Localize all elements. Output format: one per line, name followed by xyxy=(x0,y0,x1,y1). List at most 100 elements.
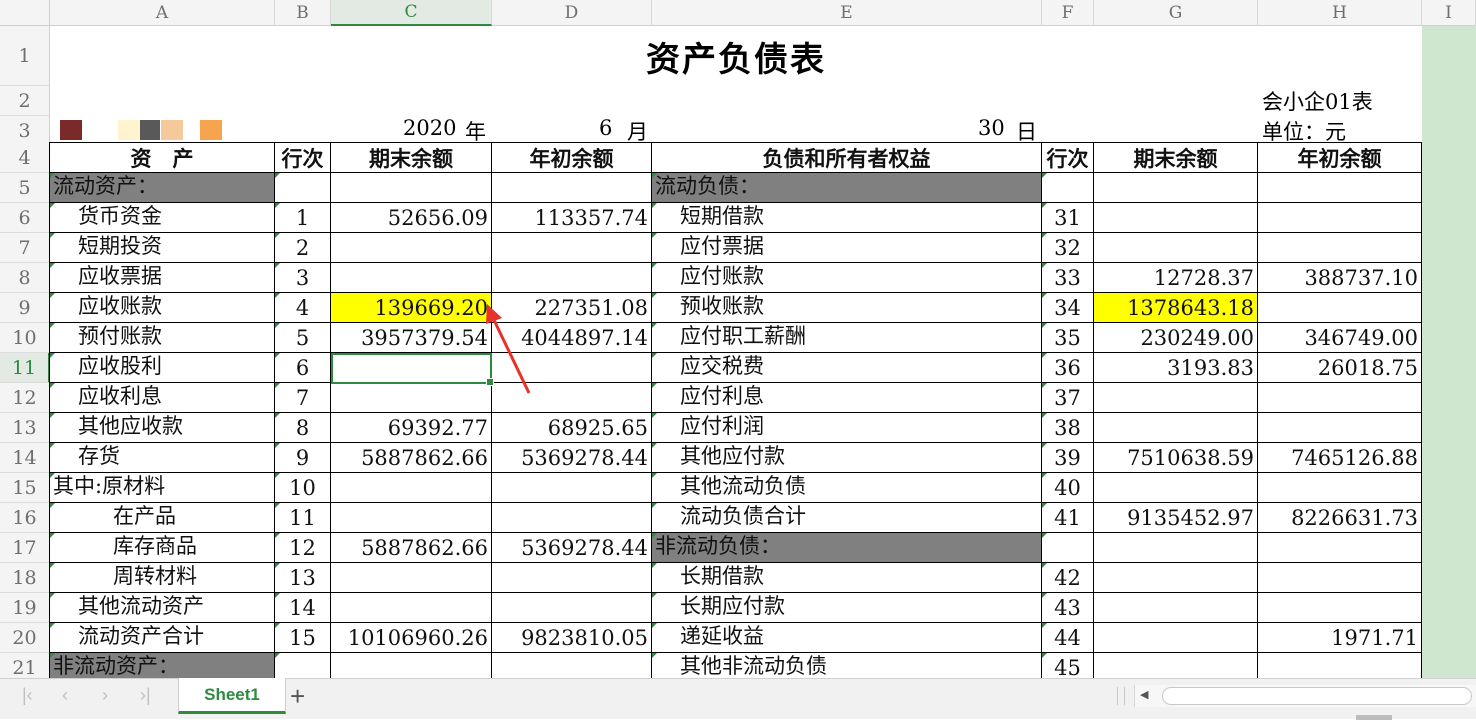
liability-end-balance-cell[interactable] xyxy=(1094,623,1258,653)
asset-end-balance-cell[interactable] xyxy=(331,263,492,293)
liability-begin-balance-cell[interactable] xyxy=(1258,413,1422,443)
liability-name-cell[interactable]: 流动负债： xyxy=(652,173,1042,203)
liability-end-balance-cell[interactable] xyxy=(1094,413,1258,443)
row-header[interactable]: 21 xyxy=(0,653,50,678)
asset-line-no-cell[interactable]: 9 xyxy=(275,443,331,473)
liability-begin-balance-cell[interactable] xyxy=(1258,563,1422,593)
asset-line-no-cell[interactable]: 6 xyxy=(275,353,331,383)
asset-name-cell[interactable]: 其他应收款 xyxy=(50,413,275,443)
asset-line-no-cell[interactable]: 5 xyxy=(275,323,331,353)
row-header[interactable]: 15 xyxy=(0,473,50,503)
asset-end-balance-cell[interactable] xyxy=(331,473,492,503)
liability-begin-balance-cell[interactable] xyxy=(1258,293,1422,323)
liability-begin-balance-cell[interactable]: 7465126.88 xyxy=(1258,443,1422,473)
asset-begin-balance-cell[interactable]: 113357.74 xyxy=(492,203,652,233)
liability-end-balance-cell[interactable] xyxy=(1094,563,1258,593)
liability-name-cell[interactable]: 短期借款 xyxy=(652,203,1042,233)
header-line-no[interactable]: 行次 xyxy=(275,143,331,173)
liability-end-balance-cell[interactable]: 7510638.59 xyxy=(1094,443,1258,473)
liability-end-balance-cell[interactable]: 9135452.97 xyxy=(1094,503,1258,533)
liability-begin-balance-cell[interactable]: 8226631.73 xyxy=(1258,503,1422,533)
row-header[interactable]: 6 xyxy=(0,203,50,233)
column-header[interactable]: I xyxy=(1422,0,1476,26)
liability-end-balance-cell[interactable] xyxy=(1094,173,1258,203)
liability-name-cell[interactable]: 流动负债合计 xyxy=(652,503,1042,533)
column-header[interactable]: H xyxy=(1258,0,1422,26)
asset-line-no-cell[interactable]: 1 xyxy=(275,203,331,233)
asset-begin-balance-cell[interactable] xyxy=(492,263,652,293)
asset-begin-balance-cell[interactable]: 68925.65 xyxy=(492,413,652,443)
row-header[interactable]: 7 xyxy=(0,233,50,263)
header-liabilities[interactable]: 负债和所有者权益 xyxy=(652,143,1042,173)
asset-end-balance-cell[interactable]: 5887862.66 xyxy=(331,533,492,563)
scroll-left-icon[interactable]: ◀ xyxy=(1140,688,1148,701)
row-header[interactable]: 17 xyxy=(0,533,50,563)
asset-begin-balance-cell[interactable] xyxy=(492,473,652,503)
select-all-corner[interactable] xyxy=(0,0,50,26)
liability-name-cell[interactable]: 应付账款 xyxy=(652,263,1042,293)
asset-end-balance-cell[interactable]: 52656.09 xyxy=(331,203,492,233)
asset-line-no-cell[interactable]: 2 xyxy=(275,233,331,263)
liability-begin-balance-cell[interactable] xyxy=(1258,173,1422,203)
asset-name-cell[interactable]: 应收票据 xyxy=(50,263,275,293)
column-header[interactable]: G xyxy=(1094,0,1258,26)
sheet-title[interactable]: 资产负债表 xyxy=(50,26,1422,86)
asset-line-no-cell[interactable]: 3 xyxy=(275,263,331,293)
asset-line-no-cell[interactable]: 14 xyxy=(275,593,331,623)
liability-line-no-cell[interactable]: 38 xyxy=(1042,413,1094,443)
liability-end-balance-cell[interactable]: 230249.00 xyxy=(1094,323,1258,353)
liability-begin-balance-cell[interactable]: 388737.10 xyxy=(1258,263,1422,293)
header-begin-balance-2[interactable]: 年初余额 xyxy=(1258,143,1422,173)
asset-line-no-cell[interactable]: 10 xyxy=(275,473,331,503)
form-code[interactable]: 会小企01表 xyxy=(1262,86,1373,116)
asset-begin-balance-cell[interactable] xyxy=(492,233,652,263)
liability-line-no-cell[interactable]: 45 xyxy=(1042,653,1094,678)
liability-line-no-cell[interactable]: 44 xyxy=(1042,623,1094,653)
row-header[interactable]: 1 xyxy=(0,26,50,86)
report-day[interactable]: 30 xyxy=(978,116,1005,140)
asset-begin-balance-cell[interactable]: 5369278.44 xyxy=(492,533,652,563)
liability-begin-balance-cell[interactable]: 346749.00 xyxy=(1258,323,1422,353)
liability-begin-balance-cell[interactable] xyxy=(1258,533,1422,563)
asset-name-cell[interactable]: 应收利息 xyxy=(50,383,275,413)
liability-name-cell[interactable]: 其他应付款 xyxy=(652,443,1042,473)
asset-name-cell[interactable]: 库存商品 xyxy=(50,533,275,563)
row-header[interactable]: 20 xyxy=(0,623,50,653)
asset-line-no-cell[interactable]: 4 xyxy=(275,293,331,323)
split-grip[interactable] xyxy=(1117,687,1125,705)
liability-name-cell[interactable]: 非流动负债： xyxy=(652,533,1042,563)
liability-name-cell[interactable]: 长期借款 xyxy=(652,563,1042,593)
liability-end-balance-cell[interactable]: 1378643.18 xyxy=(1094,293,1258,323)
liability-line-no-cell[interactable]: 37 xyxy=(1042,383,1094,413)
liability-begin-balance-cell[interactable] xyxy=(1258,203,1422,233)
asset-name-cell[interactable]: 应收账款 xyxy=(50,293,275,323)
row-header[interactable]: 10 xyxy=(0,323,50,353)
liability-name-cell[interactable]: 递延收益 xyxy=(652,623,1042,653)
report-month[interactable]: 6 xyxy=(599,116,612,140)
liability-begin-balance-cell[interactable] xyxy=(1258,233,1422,263)
asset-name-cell[interactable]: 在产品 xyxy=(50,503,275,533)
liability-name-cell[interactable]: 长期应付款 xyxy=(652,593,1042,623)
asset-name-cell[interactable]: 其他流动资产 xyxy=(50,593,275,623)
liability-line-no-cell[interactable]: 43 xyxy=(1042,593,1094,623)
asset-line-no-cell[interactable]: 12 xyxy=(275,533,331,563)
row-header[interactable]: 19 xyxy=(0,593,50,623)
asset-end-balance-cell[interactable] xyxy=(331,563,492,593)
asset-line-no-cell[interactable]: 11 xyxy=(275,503,331,533)
header-end-balance-2[interactable]: 期末余额 xyxy=(1094,143,1258,173)
row-header[interactable]: 16 xyxy=(0,503,50,533)
asset-name-cell[interactable]: 短期投资 xyxy=(50,233,275,263)
prev-sheet-icon[interactable]: ‹ xyxy=(62,685,68,706)
last-sheet-icon[interactable]: ›| xyxy=(140,685,151,706)
liability-end-balance-cell[interactable]: 3193.83 xyxy=(1094,353,1258,383)
liability-name-cell[interactable]: 应付票据 xyxy=(652,233,1042,263)
liability-line-no-cell[interactable]: 33 xyxy=(1042,263,1094,293)
asset-end-balance-cell[interactable] xyxy=(331,593,492,623)
column-header[interactable]: E xyxy=(652,0,1042,26)
asset-end-balance-cell[interactable] xyxy=(331,383,492,413)
asset-line-no-cell[interactable]: 15 xyxy=(275,623,331,653)
liability-begin-balance-cell[interactable]: 26018.75 xyxy=(1258,353,1422,383)
asset-begin-balance-cell[interactable]: 5369278.44 xyxy=(492,443,652,473)
asset-end-balance-cell[interactable] xyxy=(331,653,492,678)
report-year[interactable]: 2020 xyxy=(403,116,456,140)
